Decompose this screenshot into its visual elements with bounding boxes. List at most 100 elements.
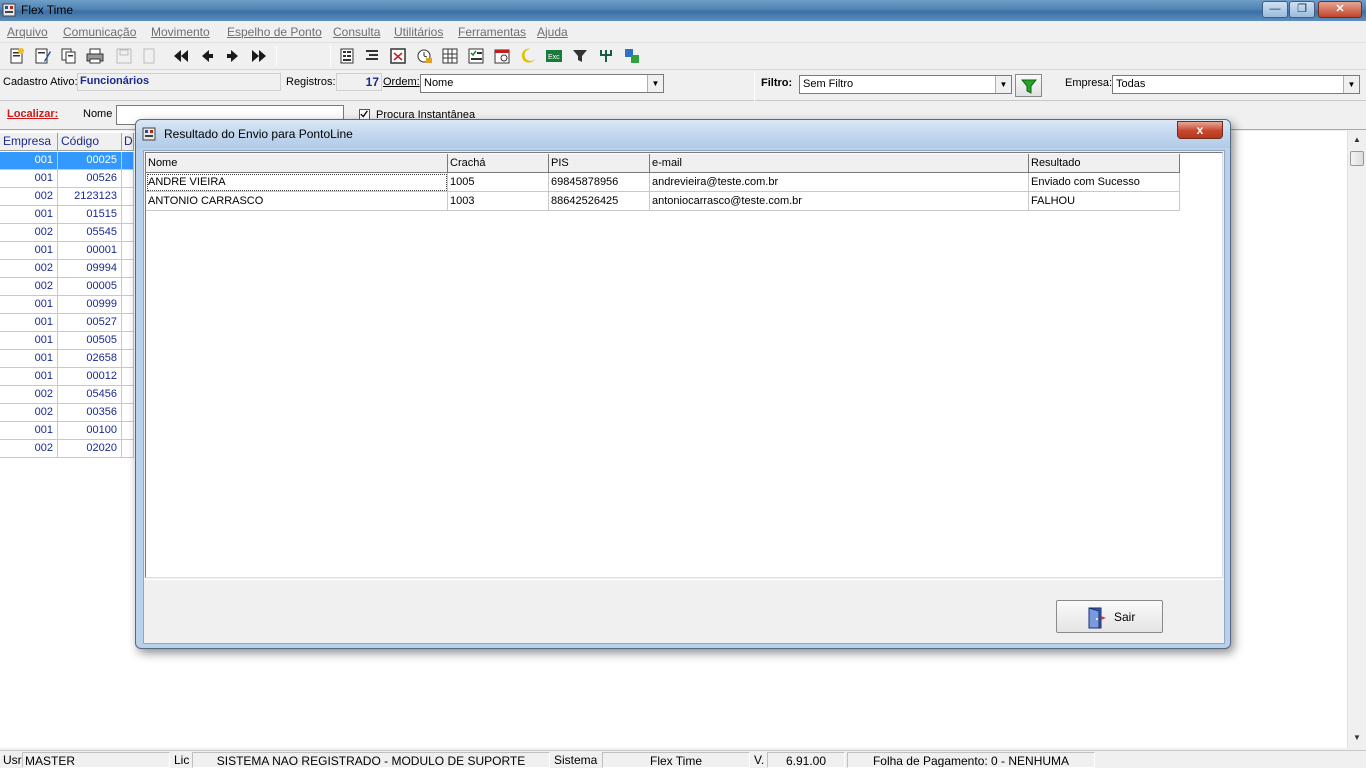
column-header-cracha[interactable]: Crachá (448, 154, 549, 173)
table-row[interactable]: 002 09994 (0, 260, 134, 278)
table-cell-nome[interactable]: ANDRE VIEIRA (146, 173, 448, 192)
column-header-email[interactable]: e-mail (650, 154, 1029, 173)
empresa-cell[interactable]: 001 (0, 314, 58, 332)
report-icon[interactable] (338, 47, 356, 65)
empresa-cell[interactable]: 002 (0, 440, 58, 458)
codigo-cell[interactable]: 00001 (58, 242, 122, 260)
menu-espelho-de-ponto[interactable]: Espelho de Ponto (227, 25, 322, 39)
codigo-cell[interactable]: 05456 (58, 386, 122, 404)
table-row[interactable]: 002 00005 (0, 278, 134, 296)
moon-icon[interactable] (519, 47, 537, 65)
grid-icon[interactable] (441, 47, 459, 65)
table-row[interactable]: 001 02658 (0, 350, 134, 368)
d-cell[interactable] (122, 314, 134, 332)
codigo-cell[interactable]: 02020 (58, 440, 122, 458)
table-row[interactable]: 002 00356 (0, 404, 134, 422)
d-cell[interactable] (122, 368, 134, 386)
empresa-cell[interactable]: 002 (0, 278, 58, 296)
empresa-cell[interactable]: 001 (0, 350, 58, 368)
column-header-empresa[interactable]: Empresa (0, 133, 58, 151)
codigo-cell[interactable]: 02658 (58, 350, 122, 368)
maximize-button[interactable]: ❐ (1289, 1, 1315, 18)
transfer-icon[interactable] (623, 47, 641, 65)
column-header-nome[interactable]: Nome (146, 154, 448, 173)
chevron-down-icon[interactable]: ▼ (647, 75, 663, 92)
minimize-button[interactable]: — (1262, 1, 1288, 18)
column-header-d[interactable]: D (122, 133, 134, 151)
cancel-icon[interactable] (140, 47, 158, 65)
menu-comunicacao[interactable]: Comunicação (63, 25, 136, 39)
menu-utilitarios[interactable]: Utilitários (394, 25, 443, 39)
table-row[interactable]: 001 00025 (0, 152, 134, 170)
table-row[interactable]: 002 2123123 (0, 188, 134, 206)
print-icon[interactable] (86, 47, 104, 65)
table-row[interactable]: 001 00526 (0, 170, 134, 188)
codigo-cell[interactable]: 00025 (58, 152, 122, 170)
vertical-scrollbar[interactable]: ▲ ▼ (1347, 131, 1366, 748)
codigo-cell[interactable]: 00005 (58, 278, 122, 296)
table-row[interactable]: 002 02020 (0, 440, 134, 458)
scroll-up-icon[interactable]: ▲ (1348, 131, 1366, 148)
codigo-cell[interactable]: 00526 (58, 170, 122, 188)
empresa-cell[interactable]: 001 (0, 296, 58, 314)
filtro-select[interactable]: Sem Filtro ▼ (799, 75, 1012, 94)
next-record-icon[interactable] (224, 47, 242, 65)
ordem-select[interactable]: Nome ▼ (420, 74, 664, 93)
dialog-title-bar[interactable]: Resultado do Envio para PontoLine x (136, 120, 1230, 148)
d-cell[interactable] (122, 296, 134, 314)
table-row[interactable]: 001 00001 (0, 242, 134, 260)
column-header-resultado[interactable]: Resultado (1029, 154, 1180, 173)
checklist-icon[interactable] (467, 47, 485, 65)
empresa-cell[interactable]: 002 (0, 188, 58, 206)
chevron-down-icon[interactable]: ▼ (1343, 76, 1359, 93)
codigo-cell[interactable]: 00356 (58, 404, 122, 422)
copy-record-icon[interactable] (60, 47, 78, 65)
table-row[interactable]: 001 00999 (0, 296, 134, 314)
empresa-cell[interactable]: 001 (0, 152, 58, 170)
table-cell-pis[interactable]: 88642526425 (549, 192, 650, 211)
d-cell[interactable] (122, 188, 134, 206)
codigo-cell[interactable]: 01515 (58, 206, 122, 224)
codigo-cell[interactable]: 05545 (58, 224, 122, 242)
codigo-cell[interactable]: 00012 (58, 368, 122, 386)
table-cell-resultado[interactable]: FALHOU (1029, 192, 1180, 211)
table-cell-nome[interactable]: ANTONIO CARRASCO (146, 192, 448, 211)
table-cell-resultado[interactable]: Enviado com Sucesso (1029, 173, 1180, 192)
table-row[interactable]: 001 01515 (0, 206, 134, 224)
table-cell-email[interactable]: andrevieira@teste.com.br (650, 173, 1029, 192)
codigo-cell[interactable]: 09994 (58, 260, 122, 278)
d-cell[interactable] (122, 152, 134, 170)
dialog-close-button[interactable]: x (1177, 121, 1223, 139)
previous-record-icon[interactable] (198, 47, 216, 65)
close-button[interactable]: ✕ (1318, 1, 1362, 18)
empresa-cell[interactable]: 001 (0, 422, 58, 440)
last-record-icon[interactable] (250, 47, 268, 65)
d-cell[interactable] (122, 422, 134, 440)
new-record-icon[interactable] (8, 47, 26, 65)
scroll-thumb[interactable] (1350, 151, 1364, 166)
empresa-cell[interactable]: 002 (0, 386, 58, 404)
table-row[interactable]: 002 05456 (0, 386, 134, 404)
menu-ajuda[interactable]: Ajuda (537, 25, 568, 39)
calendar-icon[interactable] (389, 47, 407, 65)
table-row[interactable]: 001 00527 (0, 314, 134, 332)
list-icon[interactable] (363, 47, 381, 65)
d-cell[interactable] (122, 440, 134, 458)
table-cell-email[interactable]: antoniocarrasco@teste.com.br (650, 192, 1029, 211)
menu-movimento[interactable]: Movimento (151, 25, 210, 39)
empresa-cell[interactable]: 002 (0, 224, 58, 242)
table-row[interactable]: 001 00505 (0, 332, 134, 350)
d-cell[interactable] (122, 242, 134, 260)
d-cell[interactable] (122, 404, 134, 422)
d-cell[interactable] (122, 386, 134, 404)
sair-button[interactable]: Sair (1056, 600, 1163, 633)
table-row[interactable]: 002 05545 (0, 224, 134, 242)
menu-consulta[interactable]: Consulta (333, 25, 380, 39)
empresa-cell[interactable]: 002 (0, 404, 58, 422)
codigo-cell[interactable]: 00100 (58, 422, 122, 440)
edit-record-icon[interactable] (34, 47, 52, 65)
filter-icon[interactable] (571, 47, 589, 65)
empresa-cell[interactable]: 001 (0, 332, 58, 350)
table-cell-cracha[interactable]: 1005 (448, 173, 549, 192)
schedule-icon[interactable] (493, 47, 511, 65)
